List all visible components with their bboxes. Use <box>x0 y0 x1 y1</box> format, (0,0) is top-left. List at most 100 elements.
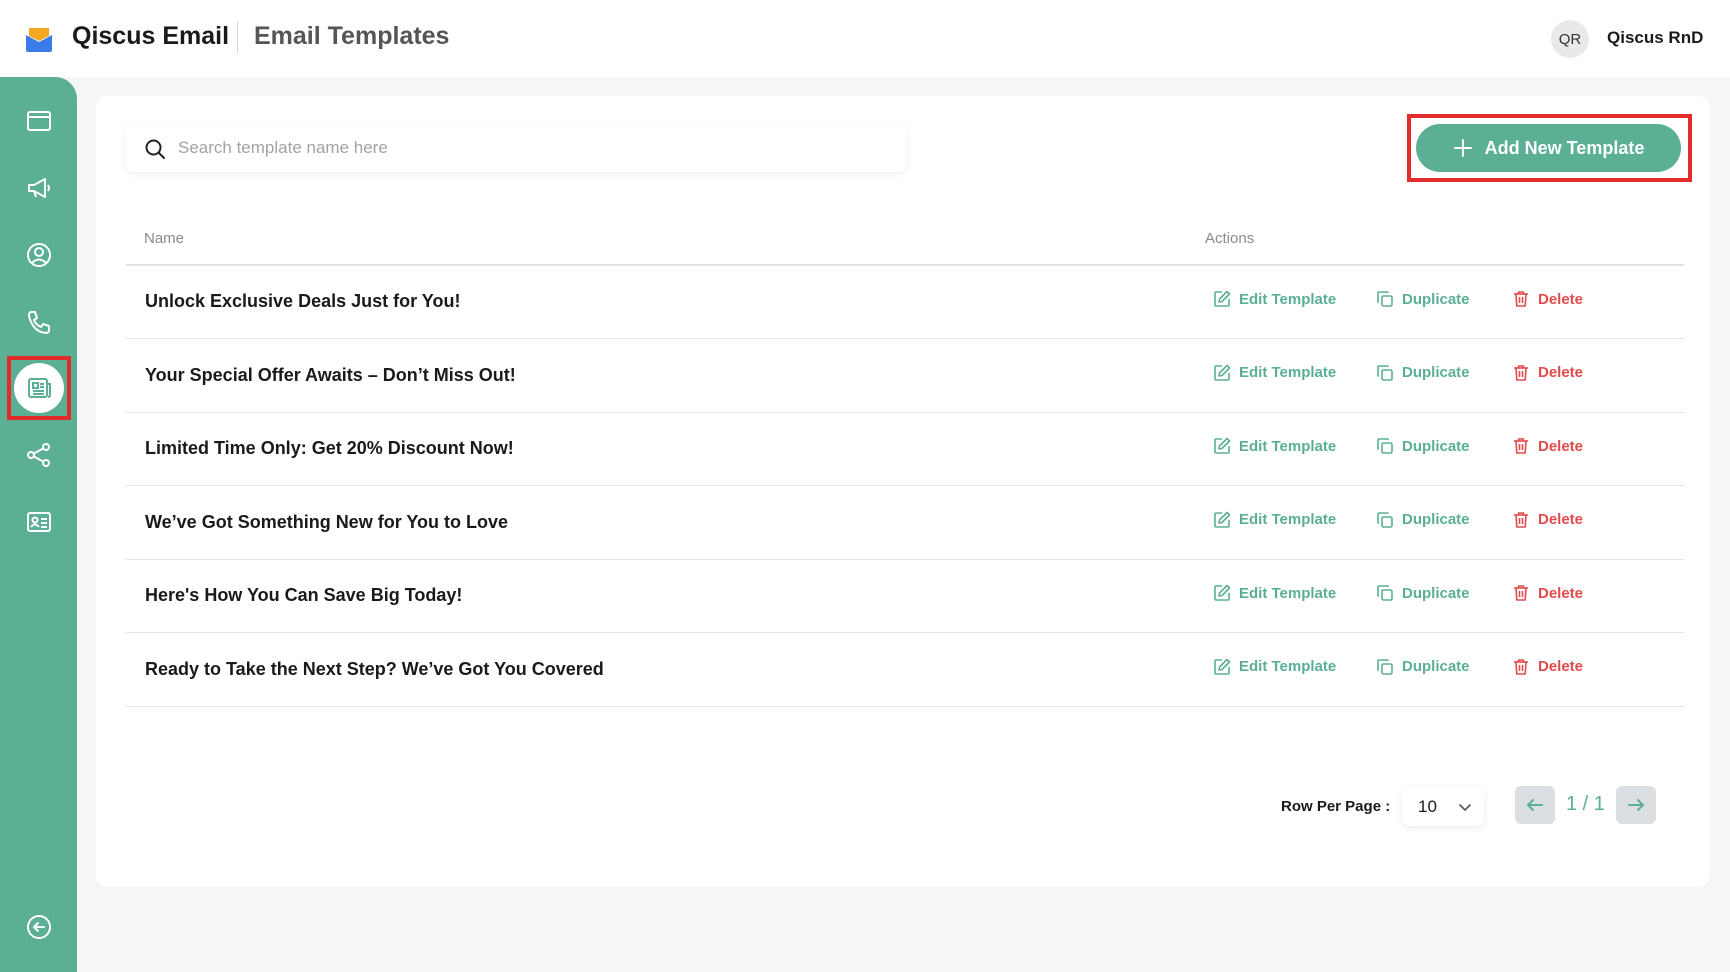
add-new-template-label: Add New Template <box>1484 137 1645 158</box>
edit-template-button[interactable]: Edit Template <box>1213 511 1336 529</box>
previous-page-button[interactable] <box>1515 786 1555 824</box>
sidebar-item-integrations[interactable] <box>14 430 64 480</box>
copy-icon <box>1377 364 1393 381</box>
template-name[interactable]: Your Special Offer Awaits – Don’t Miss O… <box>145 365 516 386</box>
table-row: Unlock Exclusive Deals Just for You! Edi… <box>126 266 1684 339</box>
delete-label: Delete <box>1538 658 1584 675</box>
edit-template-label: Edit Template <box>1239 364 1337 381</box>
rows-per-page-value: 10 <box>1418 797 1437 816</box>
column-header-name: Name <box>144 230 185 247</box>
copy-icon <box>1377 658 1393 675</box>
page-title: Email Templates <box>254 22 450 50</box>
duplicate-label: Duplicate <box>1402 290 1470 308</box>
delete-button[interactable]: Delete <box>1512 511 1583 529</box>
edit-template-label: Edit Template <box>1239 584 1337 602</box>
edit-icon <box>1214 658 1231 675</box>
template-name[interactable]: Here's How You Can Save Big Today! <box>145 585 462 606</box>
edit-template-label: Edit Template <box>1239 290 1337 308</box>
rows-per-page-label: Row Per Page : <box>1281 798 1391 815</box>
arrow-left-circle-icon <box>27 915 51 939</box>
copy-icon <box>1377 511 1393 528</box>
delete-button[interactable]: Delete <box>1512 658 1583 676</box>
sidebar <box>0 77 77 972</box>
app-name: Qiscus Email <box>72 22 230 50</box>
duplicate-button[interactable]: Duplicate <box>1376 511 1470 529</box>
edit-template-button[interactable]: Edit Template <box>1213 584 1336 602</box>
copy-icon <box>1377 438 1393 454</box>
template-name[interactable]: Ready to Take the Next Step? We’ve Got Y… <box>145 659 604 680</box>
duplicate-label: Duplicate <box>1402 658 1470 675</box>
delete-label: Delete <box>1538 584 1584 602</box>
duplicate-button[interactable]: Duplicate <box>1376 290 1470 308</box>
sidebar-item-campaigns[interactable] <box>14 163 64 213</box>
share-nodes-icon <box>27 443 50 467</box>
sidebar-item-senders[interactable] <box>14 497 64 547</box>
edit-template-label: Edit Template <box>1239 658 1337 675</box>
edit-template-button[interactable]: Edit Template <box>1213 658 1336 676</box>
table-row: We’ve Got Something New for You to Love … <box>126 487 1684 560</box>
duplicate-button[interactable]: Duplicate <box>1376 658 1470 676</box>
template-name[interactable]: We’ve Got Something New for You to Love <box>145 512 508 533</box>
contact-card-icon <box>27 512 51 532</box>
edit-template-button[interactable]: Edit Template <box>1213 437 1336 455</box>
duplicate-label: Duplicate <box>1402 584 1470 602</box>
trash-icon <box>1514 438 1528 454</box>
edit-template-button[interactable]: Edit Template <box>1213 364 1336 382</box>
trash-icon <box>1514 658 1528 675</box>
sidebar-item-dashboard[interactable] <box>14 96 64 146</box>
next-page-button[interactable] <box>1616 786 1656 824</box>
table-row: Your Special Offer Awaits – Don’t Miss O… <box>126 340 1684 413</box>
trash-icon <box>1514 291 1528 307</box>
table-row: Ready to Take the Next Step? We’ve Got Y… <box>126 634 1684 707</box>
duplicate-button[interactable]: Duplicate <box>1376 437 1470 455</box>
plus-icon <box>1453 139 1472 157</box>
table-row: Limited Time Only: Get 20% Discount Now!… <box>126 413 1684 486</box>
duplicate-button[interactable]: Duplicate <box>1376 364 1470 382</box>
trash-icon <box>1514 585 1528 601</box>
add-new-template-button[interactable]: Add New Template <box>1416 124 1681 172</box>
arrow-right-icon <box>1628 799 1644 811</box>
user-name[interactable]: Qiscus RnD <box>1607 28 1703 48</box>
app-logo-icon <box>26 28 52 52</box>
edit-icon <box>1214 364 1231 381</box>
copy-icon <box>1377 291 1393 307</box>
rows-per-page-select[interactable]: 10 <box>1402 786 1484 826</box>
search-icon <box>145 139 165 159</box>
copy-icon <box>1377 585 1393 601</box>
delete-label: Delete <box>1538 511 1584 528</box>
browser-window-icon <box>27 111 51 131</box>
edit-icon <box>1214 290 1231 307</box>
delete-label: Delete <box>1538 290 1584 308</box>
column-header-actions: Actions <box>1205 230 1255 247</box>
duplicate-label: Duplicate <box>1402 437 1470 455</box>
delete-button[interactable]: Delete <box>1512 437 1583 455</box>
sidebar-collapse-button[interactable] <box>14 902 64 952</box>
templates-card: Add New Template Name Actions Unlock Exc… <box>96 96 1710 887</box>
megaphone-icon <box>28 178 50 198</box>
sidebar-item-contacts[interactable] <box>14 230 64 280</box>
user-circle-icon <box>27 243 51 267</box>
delete-button[interactable]: Delete <box>1512 584 1583 602</box>
trash-icon <box>1514 364 1528 381</box>
arrow-left-icon <box>1527 799 1543 811</box>
top-header: Qiscus Email Email Templates QR Qiscus R… <box>0 0 1730 77</box>
edit-icon <box>1214 437 1231 454</box>
edit-template-button[interactable]: Edit Template <box>1213 290 1336 308</box>
duplicate-button[interactable]: Duplicate <box>1376 584 1470 602</box>
duplicate-label: Duplicate <box>1402 511 1470 528</box>
edit-icon <box>1214 584 1231 601</box>
delete-button[interactable]: Delete <box>1512 364 1583 382</box>
edit-template-label: Edit Template <box>1239 511 1337 528</box>
delete-label: Delete <box>1538 437 1584 455</box>
search-input[interactable] <box>178 124 878 172</box>
template-name[interactable]: Limited Time Only: Get 20% Discount Now! <box>145 438 514 459</box>
delete-label: Delete <box>1538 364 1584 381</box>
avatar[interactable]: QR <box>1551 20 1589 58</box>
duplicate-label: Duplicate <box>1402 364 1470 381</box>
chevron-down-icon <box>1459 804 1471 812</box>
header-divider <box>237 22 238 54</box>
table-row: Here's How You Can Save Big Today! Edit … <box>126 560 1684 633</box>
sidebar-item-calls[interactable] <box>14 297 64 347</box>
delete-button[interactable]: Delete <box>1512 290 1583 308</box>
template-name[interactable]: Unlock Exclusive Deals Just for You! <box>145 291 460 312</box>
